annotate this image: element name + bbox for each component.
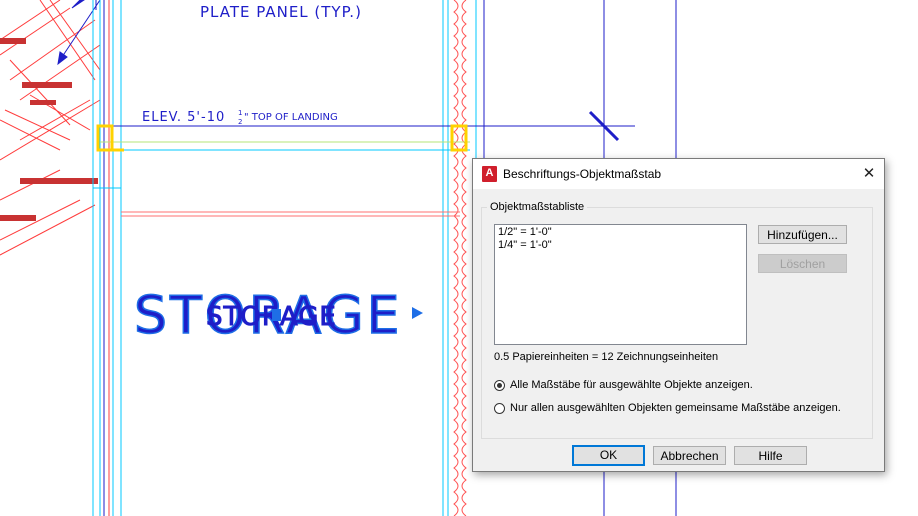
- elev-suffix: " TOP OF LANDING: [244, 112, 338, 123]
- cancel-button[interactable]: Abbrechen: [653, 446, 726, 465]
- room-label-duplicate: STORAGE: [206, 302, 337, 332]
- room-label-storage[interactable]: STORAGE STORAGE: [133, 285, 423, 347]
- radio-all-label: Alle Maßstäbe für ausgewählte Objekte an…: [510, 379, 753, 391]
- insulation-pattern: [453, 0, 467, 516]
- list-item[interactable]: 1/2" = 1'-0": [495, 226, 746, 238]
- elev-fraction-num: 1: [238, 109, 242, 117]
- scale-listbox[interactable]: 1/2" = 1'-0" 1/4" = 1'-0": [494, 224, 747, 345]
- list-item[interactable]: 1/4" = 1'-0": [495, 239, 746, 251]
- radio-common-scales[interactable]: Nur allen ausgewählten Objekten gemeinsa…: [494, 401, 841, 415]
- elevation-label: ELEV. 5'-10 1 2 " TOP OF LANDING: [142, 109, 338, 126]
- radio-common-label: Nur allen ausgewählten Objekten gemeinsa…: [510, 402, 841, 414]
- elev-text: ELEV. 5'-10: [142, 110, 225, 125]
- dialog-titlebar[interactable]: A Beschriftungs-Objektmaßstab ✕: [473, 159, 884, 189]
- help-button[interactable]: Hilfe: [734, 446, 807, 465]
- scale-info-text: 0.5 Papiereinheiten = 12 Zeichnungseinhe…: [494, 351, 719, 363]
- dialog-title: Beschriftungs-Objektmaßstab: [503, 167, 662, 181]
- delete-button[interactable]: Löschen: [758, 254, 847, 273]
- radio-all-scales[interactable]: Alle Maßstäbe für ausgewählte Objekte an…: [494, 378, 753, 392]
- add-button[interactable]: Hinzufügen...: [758, 225, 847, 244]
- radio-circle-checked[interactable]: [494, 379, 505, 391]
- annotation-scale-dialog: A Beschriftungs-Objektmaßstab ✕ Objektma…: [472, 158, 885, 472]
- grip-arrow-icon[interactable]: [412, 307, 423, 319]
- group-label: Objektmaßstabliste: [487, 201, 588, 213]
- ok-button[interactable]: OK: [572, 445, 645, 466]
- radio-circle[interactable]: [494, 402, 505, 414]
- close-icon[interactable]: ✕: [854, 159, 884, 189]
- plate-panel-label: PLATE PANEL (TYP.): [200, 3, 362, 21]
- grip-center[interactable]: [272, 309, 281, 321]
- autocad-app-icon: A: [482, 166, 497, 182]
- elev-fraction-den: 2: [238, 118, 242, 126]
